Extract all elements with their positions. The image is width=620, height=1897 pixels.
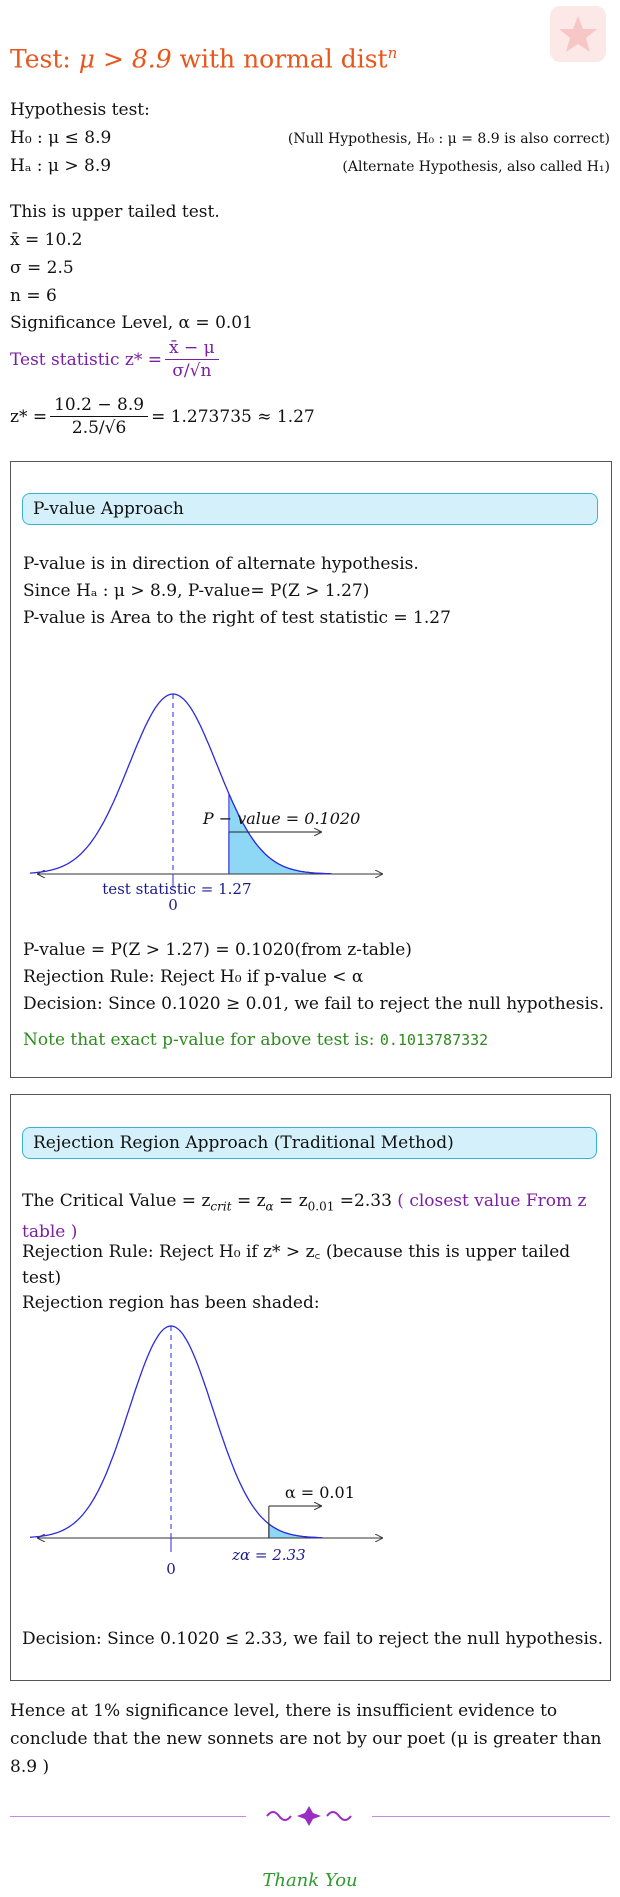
page-title: Test: μ > 8.9 with normal distn	[10, 44, 398, 74]
rejection-region-normal-curve-graph: α = 0.01 zα = 2.33 0	[30, 1325, 440, 1578]
sample-size: n = 6	[10, 286, 57, 306]
rr-decision: Decision: Since 0.1020 ≤ 2.33, we fail t…	[22, 1629, 604, 1649]
pvalue-shaded-area	[228, 793, 333, 875]
pvalue-approach-header: P-value Approach	[22, 493, 598, 525]
pvalue-result: P-value = P(Z > 1.27) = 0.1020(from z-ta…	[23, 940, 412, 960]
hypothesis-heading: Hypothesis test:	[10, 100, 150, 120]
brand-logo-icon	[550, 6, 606, 62]
normal-curve	[30, 693, 332, 875]
alt-hypothesis: Hₐ : μ > 8.9	[10, 156, 112, 176]
sample-mean: x̄ = 10.2	[10, 230, 83, 250]
rr-shaded-note: Rejection region has been shaded:	[22, 1293, 320, 1313]
thank-you: Thank You	[262, 1870, 358, 1891]
alpha-graph-label: α = 0.01	[285, 1483, 355, 1502]
conclusion: Hence at 1% significance level, there is…	[10, 1701, 602, 1777]
sigma-value: σ = 2.5	[10, 258, 74, 278]
pvalue-line-3: P-value is Area to the right of test sta…	[23, 608, 451, 628]
separator-left	[10, 1816, 246, 1817]
rejection-region-header: Rejection Region Approach (Traditional M…	[22, 1127, 597, 1159]
null-hypothesis-note: (Null Hypothesis, H₀ : μ = 8.9 is also c…	[287, 131, 610, 147]
ornament-icon	[263, 1804, 355, 1828]
zero-label: 0	[168, 896, 178, 914]
pvalue-graph-label: P − value = 0.1020	[202, 809, 360, 828]
pvalue-normal-curve-graph: P − value = 0.1020 test statistic = 1.27…	[30, 693, 420, 914]
significance-level: Significance Level, α = 0.01	[10, 313, 253, 333]
exact-pvalue-note: Note that exact p-value for above test i…	[23, 1030, 489, 1050]
tail-statement: This is upper tailed test.	[10, 202, 220, 222]
critical-z-graph-label: zα = 2.33	[231, 1546, 306, 1564]
separator-right	[372, 1816, 610, 1817]
alt-hypothesis-note: (Alternate Hypothesis, also called H₁)	[342, 159, 610, 175]
pvalue-rejection-rule: Rejection Rule: Reject H₀ if p-value < α	[23, 967, 364, 987]
pvalue-line-2: Since Hₐ : μ > 8.9, P-value= P(Z > 1.27)	[23, 581, 370, 601]
zero-label: 0	[166, 1560, 176, 1578]
test-statistic-calculation: z* = 10.2 − 8.9 2.5/√6 = 1.273735 ≈ 1.27	[10, 395, 315, 438]
test-statistic-formula: Test statistic z* = x̄ − μ σ/√n	[10, 338, 222, 381]
pvalue-decision: Decision: Since 0.1020 ≥ 0.01, we fail t…	[23, 994, 605, 1014]
rr-rejection-rule: Rejection Rule: Reject H₀ if z* > z꜀ (be…	[22, 1242, 571, 1288]
pvalue-line-1: P-value is in direction of alternate hyp…	[23, 554, 419, 574]
critical-value-statement: The Critical Value = zcrit = zα = z0.01 …	[22, 1191, 587, 1243]
null-hypothesis: H₀ : μ ≤ 8.9	[10, 128, 112, 148]
